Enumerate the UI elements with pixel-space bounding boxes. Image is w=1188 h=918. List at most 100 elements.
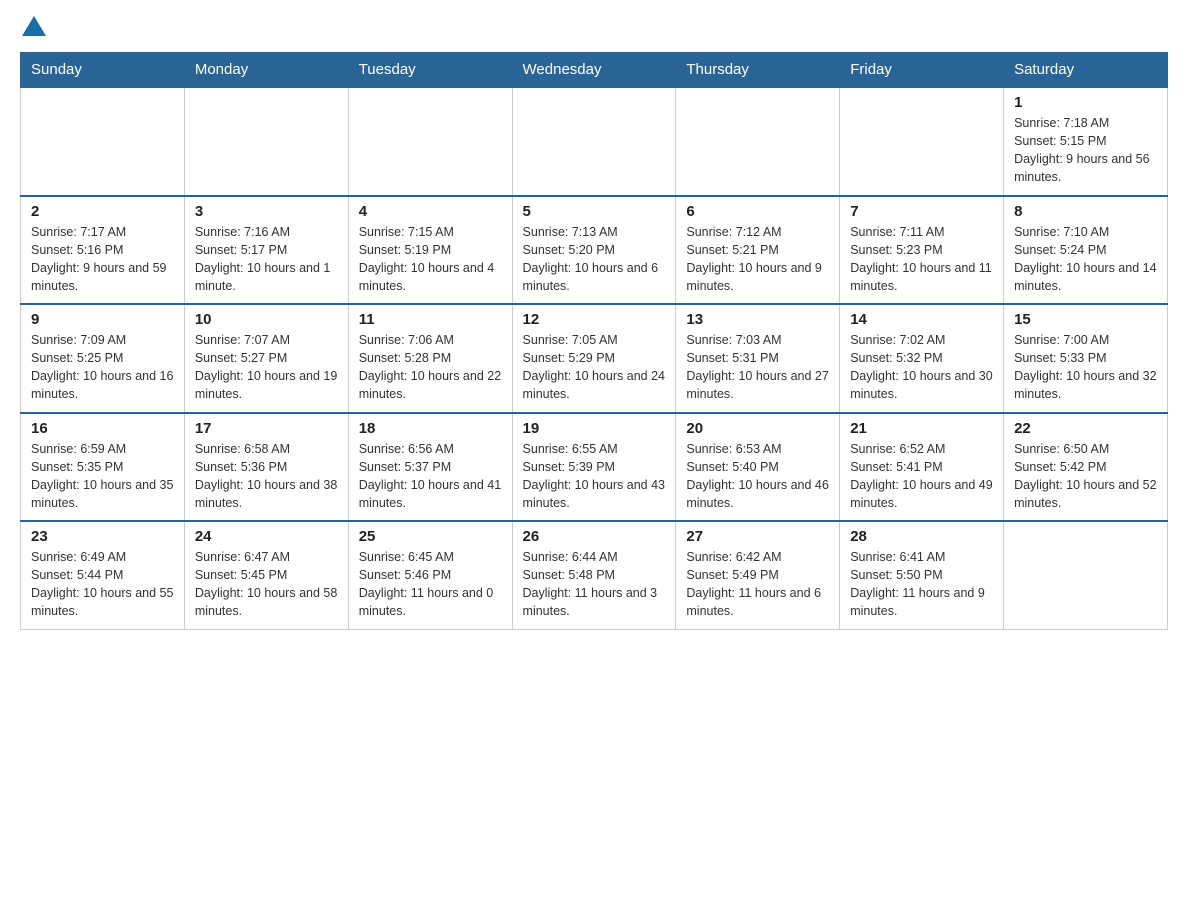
day-info: Sunrise: 6:53 AMSunset: 5:40 PMDaylight:… (686, 440, 829, 513)
day-number: 27 (686, 528, 829, 545)
weekday-header-row: SundayMondayTuesdayWednesdayThursdayFrid… (21, 53, 1168, 88)
day-number: 24 (195, 528, 338, 545)
day-info: Sunrise: 7:06 AMSunset: 5:28 PMDaylight:… (359, 331, 502, 404)
calendar-cell: 14 Sunrise: 7:02 AMSunset: 5:32 PMDayligh… (840, 304, 1004, 413)
calendar-cell: 16 Sunrise: 6:59 AMSunset: 5:35 PMDayligh… (21, 413, 185, 522)
calendar-cell (1004, 521, 1168, 629)
day-number: 28 (850, 528, 993, 545)
calendar-cell: 10 Sunrise: 7:07 AMSunset: 5:27 PMDayligh… (184, 304, 348, 413)
weekday-header-friday: Friday (840, 53, 1004, 88)
day-info: Sunrise: 6:42 AMSunset: 5:49 PMDaylight:… (686, 548, 829, 621)
calendar-cell: 24 Sunrise: 6:47 AMSunset: 5:45 PMDayligh… (184, 521, 348, 629)
calendar-cell: 8 Sunrise: 7:10 AMSunset: 5:24 PMDaylight… (1004, 196, 1168, 305)
day-info: Sunrise: 6:52 AMSunset: 5:41 PMDaylight:… (850, 440, 993, 513)
day-info: Sunrise: 7:00 AMSunset: 5:33 PMDaylight:… (1014, 331, 1157, 404)
calendar-cell: 21 Sunrise: 6:52 AMSunset: 5:41 PMDayligh… (840, 413, 1004, 522)
weekday-header-tuesday: Tuesday (348, 53, 512, 88)
weekday-header-sunday: Sunday (21, 53, 185, 88)
weekday-header-monday: Monday (184, 53, 348, 88)
calendar-table: SundayMondayTuesdayWednesdayThursdayFrid… (20, 52, 1168, 630)
day-number: 20 (686, 420, 829, 437)
calendar-cell: 26Sunrise: 6:44 AMSunset: 5:48 PMDayligh… (512, 521, 676, 629)
calendar-body: 1 Sunrise: 7:18 AMSunset: 5:15 PMDaylight… (21, 87, 1168, 629)
day-number: 5 (523, 203, 666, 220)
calendar-cell (184, 87, 348, 196)
calendar-week-row: 2 Sunrise: 7:17 AMSunset: 5:16 PMDaylight… (21, 196, 1168, 305)
weekday-header-thursday: Thursday (676, 53, 840, 88)
day-info: Sunrise: 7:02 AMSunset: 5:32 PMDaylight:… (850, 331, 993, 404)
calendar-cell: 22 Sunrise: 6:50 AMSunset: 5:42 PMDayligh… (1004, 413, 1168, 522)
calendar-cell: 13Sunrise: 7:03 AMSunset: 5:31 PMDayligh… (676, 304, 840, 413)
calendar-cell (676, 87, 840, 196)
day-number: 1 (1014, 94, 1157, 111)
calendar-cell: 9 Sunrise: 7:09 AMSunset: 5:25 PMDaylight… (21, 304, 185, 413)
calendar-cell: 25Sunrise: 6:45 AMSunset: 5:46 PMDayligh… (348, 521, 512, 629)
day-info: Sunrise: 7:11 AMSunset: 5:23 PMDaylight:… (850, 223, 993, 296)
day-info: Sunrise: 6:41 AMSunset: 5:50 PMDaylight:… (850, 548, 993, 621)
day-number: 4 (359, 203, 502, 220)
calendar-cell: 27 Sunrise: 6:42 AMSunset: 5:49 PMDayligh… (676, 521, 840, 629)
day-info: Sunrise: 7:12 AMSunset: 5:21 PMDaylight:… (686, 223, 829, 296)
day-number: 19 (523, 420, 666, 437)
page-header (20, 20, 1168, 36)
day-info: Sunrise: 6:55 AMSunset: 5:39 PMDaylight:… (523, 440, 666, 513)
calendar-week-row: 16 Sunrise: 6:59 AMSunset: 5:35 PMDayligh… (21, 413, 1168, 522)
weekday-header-wednesday: Wednesday (512, 53, 676, 88)
day-info: Sunrise: 7:10 AMSunset: 5:24 PMDaylight:… (1014, 223, 1157, 296)
day-number: 17 (195, 420, 338, 437)
calendar-cell (840, 87, 1004, 196)
weekday-header-saturday: Saturday (1004, 53, 1168, 88)
calendar-cell: 11 Sunrise: 7:06 AMSunset: 5:28 PMDayligh… (348, 304, 512, 413)
day-number: 26 (523, 528, 666, 545)
calendar-cell: 5 Sunrise: 7:13 AMSunset: 5:20 PMDaylight… (512, 196, 676, 305)
day-info: Sunrise: 6:59 AMSunset: 5:35 PMDaylight:… (31, 440, 174, 513)
day-number: 10 (195, 311, 338, 328)
day-info: Sunrise: 6:56 AMSunset: 5:37 PMDaylight:… (359, 440, 502, 513)
calendar-cell: 19 Sunrise: 6:55 AMSunset: 5:39 PMDayligh… (512, 413, 676, 522)
day-number: 6 (686, 203, 829, 220)
day-number: 11 (359, 311, 502, 328)
calendar-cell: 15 Sunrise: 7:00 AMSunset: 5:33 PMDayligh… (1004, 304, 1168, 413)
day-info: Sunrise: 7:17 AMSunset: 5:16 PMDaylight:… (31, 223, 174, 296)
day-number: 8 (1014, 203, 1157, 220)
day-info: Sunrise: 7:09 AMSunset: 5:25 PMDaylight:… (31, 331, 174, 404)
calendar-cell: 1 Sunrise: 7:18 AMSunset: 5:15 PMDaylight… (1004, 87, 1168, 196)
calendar-cell: 4Sunrise: 7:15 AMSunset: 5:19 PMDaylight… (348, 196, 512, 305)
day-number: 12 (523, 311, 666, 328)
day-number: 16 (31, 420, 174, 437)
calendar-cell: 7 Sunrise: 7:11 AMSunset: 5:23 PMDaylight… (840, 196, 1004, 305)
day-number: 23 (31, 528, 174, 545)
day-number: 15 (1014, 311, 1157, 328)
day-info: Sunrise: 6:47 AMSunset: 5:45 PMDaylight:… (195, 548, 338, 621)
calendar-cell: 12 Sunrise: 7:05 AMSunset: 5:29 PMDayligh… (512, 304, 676, 413)
day-number: 21 (850, 420, 993, 437)
calendar-week-row: 9 Sunrise: 7:09 AMSunset: 5:25 PMDaylight… (21, 304, 1168, 413)
calendar-cell (512, 87, 676, 196)
calendar-cell: 18 Sunrise: 6:56 AMSunset: 5:37 PMDayligh… (348, 413, 512, 522)
calendar-header: SundayMondayTuesdayWednesdayThursdayFrid… (21, 53, 1168, 88)
day-number: 2 (31, 203, 174, 220)
calendar-week-row: 23 Sunrise: 6:49 AMSunset: 5:44 PMDayligh… (21, 521, 1168, 629)
calendar-cell: 6 Sunrise: 7:12 AMSunset: 5:21 PMDaylight… (676, 196, 840, 305)
day-number: 14 (850, 311, 993, 328)
day-number: 22 (1014, 420, 1157, 437)
day-info: Sunrise: 7:13 AMSunset: 5:20 PMDaylight:… (523, 223, 666, 296)
day-number: 25 (359, 528, 502, 545)
day-info: Sunrise: 6:49 AMSunset: 5:44 PMDaylight:… (31, 548, 174, 621)
day-number: 18 (359, 420, 502, 437)
calendar-cell: 28 Sunrise: 6:41 AMSunset: 5:50 PMDayligh… (840, 521, 1004, 629)
day-info: Sunrise: 7:07 AMSunset: 5:27 PMDaylight:… (195, 331, 338, 404)
logo-triangle-icon (22, 16, 46, 36)
day-number: 9 (31, 311, 174, 328)
calendar-cell (21, 87, 185, 196)
calendar-cell: 20 Sunrise: 6:53 AMSunset: 5:40 PMDayligh… (676, 413, 840, 522)
calendar-cell: 23 Sunrise: 6:49 AMSunset: 5:44 PMDayligh… (21, 521, 185, 629)
day-info: Sunrise: 6:50 AMSunset: 5:42 PMDaylight:… (1014, 440, 1157, 513)
logo (20, 20, 46, 36)
day-info: Sunrise: 7:18 AMSunset: 5:15 PMDaylight:… (1014, 114, 1157, 187)
calendar-cell: 17Sunrise: 6:58 AMSunset: 5:36 PMDayligh… (184, 413, 348, 522)
day-info: Sunrise: 7:05 AMSunset: 5:29 PMDaylight:… (523, 331, 666, 404)
day-number: 7 (850, 203, 993, 220)
day-number: 13 (686, 311, 829, 328)
calendar-week-row: 1 Sunrise: 7:18 AMSunset: 5:15 PMDaylight… (21, 87, 1168, 196)
